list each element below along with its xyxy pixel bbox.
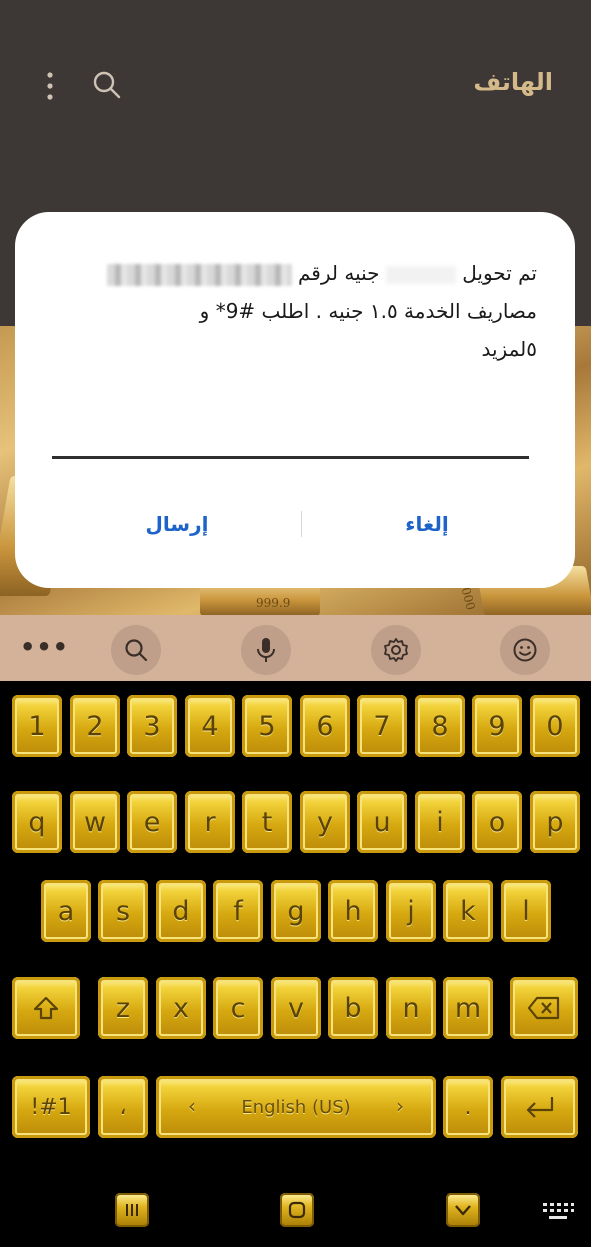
key-g[interactable]: g — [271, 880, 321, 942]
recent-apps-button[interactable] — [115, 1193, 149, 1227]
key-s[interactable]: s — [98, 880, 148, 942]
period-key[interactable]: . — [443, 1076, 493, 1138]
space-bar[interactable]: ‹ English (US) › — [156, 1076, 436, 1138]
key-d[interactable]: d — [156, 880, 206, 942]
shift-icon — [33, 996, 59, 1020]
home-button[interactable] — [280, 1193, 314, 1227]
key-8[interactable]: 8 — [415, 695, 465, 757]
left-arrow-icon: ‹ — [188, 1094, 196, 1118]
key-e[interactable]: e — [127, 791, 177, 853]
key-n[interactable]: n — [386, 977, 436, 1039]
key-l[interactable]: l — [501, 880, 551, 942]
emoji-icon[interactable] — [500, 625, 550, 675]
key-o[interactable]: o — [472, 791, 522, 853]
key-c[interactable]: c — [213, 977, 263, 1039]
key-j[interactable]: j — [386, 880, 436, 942]
key-x[interactable]: x — [156, 977, 206, 1039]
key-b[interactable]: b — [328, 977, 378, 1039]
backspace-key[interactable] — [510, 977, 578, 1039]
key-t[interactable]: t — [242, 791, 292, 853]
button-divider — [301, 511, 302, 537]
comma-key[interactable]: ، — [98, 1076, 148, 1138]
key-y[interactable]: y — [300, 791, 350, 853]
send-button[interactable]: إرسال — [102, 504, 252, 544]
key-0[interactable]: 0 — [530, 695, 580, 757]
key-7[interactable]: 7 — [357, 695, 407, 757]
app-title: الهاتف — [473, 68, 553, 96]
symbols-key[interactable]: !#1 — [12, 1076, 90, 1138]
keyboard-switch-icon[interactable] — [540, 1199, 576, 1225]
dialog-message-line1-mid: جنيه لرقم — [298, 261, 380, 285]
key-v[interactable]: v — [271, 977, 321, 1039]
chevron-down-icon — [455, 1205, 471, 1216]
key-i[interactable]: i — [415, 791, 465, 853]
key-u[interactable]: u — [357, 791, 407, 853]
more-icon[interactable]: ••• — [20, 633, 69, 661]
gold-bar-label: 999.9 — [256, 596, 291, 610]
settings-gear-icon[interactable] — [371, 625, 421, 675]
dialog-message-line2: مصاريف الخدمة ١.٥ جنيه . اطلب #9* و — [199, 299, 537, 323]
key-1[interactable]: 1 — [12, 695, 62, 757]
key-q[interactable]: q — [12, 791, 62, 853]
key-f[interactable]: f — [213, 880, 263, 942]
keyboard-language-label: English (US) — [241, 1096, 351, 1118]
hide-keyboard-button[interactable] — [446, 1193, 480, 1227]
key-w[interactable]: w — [70, 791, 120, 853]
key-2[interactable]: 2 — [70, 695, 120, 757]
ussd-dialog: تم تحويل جنيه لرقم مصاريف الخدمة ١.٥ جني… — [15, 212, 575, 588]
search-icon[interactable] — [90, 68, 124, 102]
recent-apps-icon — [126, 1204, 138, 1216]
reply-input[interactable] — [52, 456, 529, 459]
key-a[interactable]: a — [41, 880, 91, 942]
key-r[interactable]: r — [185, 791, 235, 853]
dialog-message-line1-start: تم تحويل — [462, 261, 537, 285]
key-h[interactable]: h — [328, 880, 378, 942]
backspace-icon — [527, 996, 560, 1020]
dialog-message-line3: ٥لمزيد — [481, 337, 537, 361]
keyboard-search-icon[interactable] — [111, 625, 161, 675]
right-arrow-icon: › — [396, 1094, 404, 1118]
key-5[interactable]: 5 — [242, 695, 292, 757]
key-3[interactable]: 3 — [127, 695, 177, 757]
shift-key[interactable] — [12, 977, 80, 1039]
microphone-icon[interactable] — [241, 625, 291, 675]
more-options-icon[interactable] — [36, 70, 64, 102]
redacted-amount — [385, 265, 456, 284]
redacted-phone-number — [107, 263, 292, 286]
home-icon — [288, 1201, 306, 1219]
key-6[interactable]: 6 — [300, 695, 350, 757]
cancel-button[interactable]: إلغاء — [352, 504, 502, 544]
key-k[interactable]: k — [443, 880, 493, 942]
enter-key[interactable] — [501, 1076, 578, 1138]
key-z[interactable]: z — [98, 977, 148, 1039]
key-9[interactable]: 9 — [472, 695, 522, 757]
keyboard: 1 2 3 4 5 6 7 8 9 0 q w e r t y u i o p … — [0, 681, 591, 1247]
keyboard-toolbar: ••• — [0, 615, 591, 681]
key-m[interactable]: m — [443, 977, 493, 1039]
dialog-message: تم تحويل جنيه لرقم مصاريف الخدمة ١.٥ جني… — [47, 254, 537, 368]
enter-icon — [526, 1097, 553, 1118]
key-4[interactable]: 4 — [185, 695, 235, 757]
key-p[interactable]: p — [530, 791, 580, 853]
